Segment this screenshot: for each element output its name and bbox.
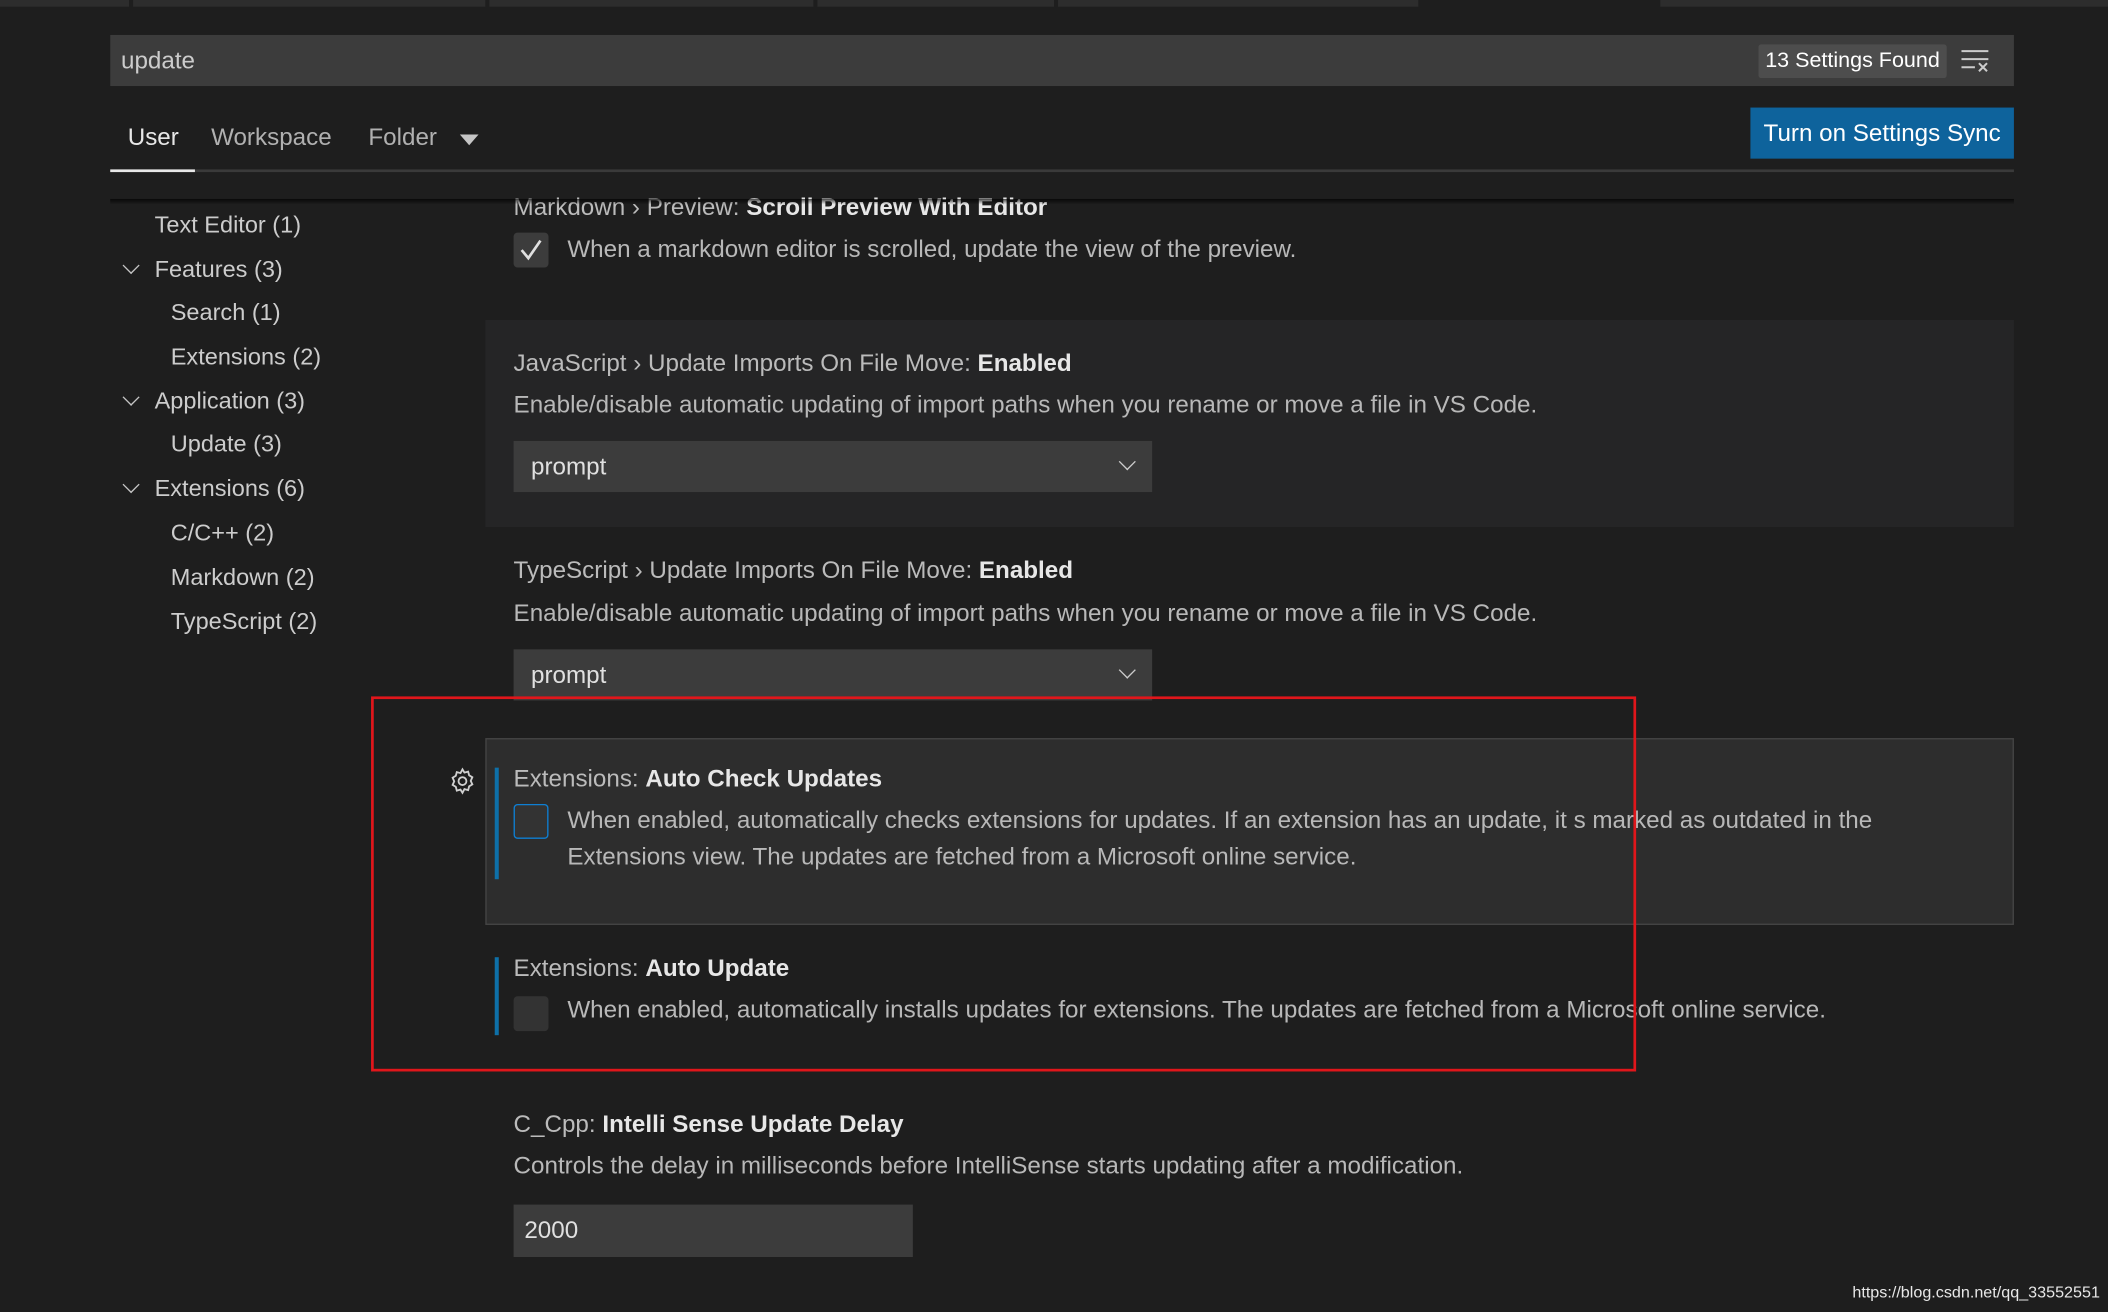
caret-down-icon[interactable] <box>459 134 479 146</box>
chevron-down-icon[interactable] <box>122 476 140 494</box>
toc-item-markdown[interactable]: Markdown (2) <box>171 563 315 591</box>
settings-search-box: 13 Settings Found <box>110 34 2014 87</box>
turn-on-settings-sync-button[interactable]: Turn on Settings Sync <box>1750 107 2014 159</box>
editor-tab[interactable] <box>1660 0 2108 7</box>
toc-item-extensions-group[interactable]: Extensions (6) <box>155 475 305 503</box>
setting-description: When a markdown editor is scrolled, upda… <box>567 235 1297 263</box>
toc-item-update[interactable]: Update (3) <box>171 430 282 458</box>
clear-filter-icon[interactable] <box>1960 47 1990 74</box>
toc-item-features[interactable]: Features (3) <box>155 255 283 283</box>
toc-item-search[interactable]: Search (1) <box>171 298 281 326</box>
intellisense-update-delay-input[interactable] <box>513 1204 913 1258</box>
setting-title: Markdown › Preview: Scroll Preview With … <box>513 193 1048 221</box>
editor-tab[interactable] <box>0 0 130 7</box>
chevron-down-icon[interactable] <box>122 256 140 275</box>
chevron-down-icon[interactable] <box>122 388 140 406</box>
setting-title: TypeScript › Update Imports On File Move… <box>513 556 1074 584</box>
active-tab-indicator <box>110 169 195 173</box>
toc-item-application[interactable]: Application (3) <box>155 387 305 415</box>
highlight-annotation-box <box>371 696 1637 1072</box>
setting-title: JavaScript › Update Imports On File Move… <box>513 349 1072 377</box>
chevron-down-icon <box>1118 453 1136 471</box>
check-icon <box>520 239 542 261</box>
editor-tab[interactable] <box>489 0 814 7</box>
setting-description: Enable/disable automatic updating of imp… <box>513 391 1538 419</box>
scroll-preview-checkbox[interactable] <box>513 232 549 268</box>
js-update-imports-select[interactable]: prompt <box>513 440 1153 493</box>
toc-item-typescript[interactable]: TypeScript (2) <box>171 608 317 636</box>
toc-item-cpp[interactable]: C/C++ (2) <box>171 519 274 547</box>
tab-user[interactable]: User <box>128 124 179 152</box>
setting-description: Controls the delay in milliseconds befor… <box>513 1152 1464 1180</box>
watermark: https://blog.csdn.net/qq_33552551 <box>1852 1282 2100 1302</box>
toc-item-text-editor[interactable]: Text Editor (1) <box>155 211 301 239</box>
select-value: prompt <box>531 453 607 480</box>
settings-editor: 13 Settings Found User Workspace Folder … <box>0 0 2108 1312</box>
toc-item-extensions[interactable]: Extensions (2) <box>171 343 321 371</box>
tab-folder[interactable]: Folder <box>368 124 437 152</box>
setting-title: C_Cpp: Intelli Sense Update Delay <box>513 1110 904 1138</box>
tab-workspace[interactable]: Workspace <box>211 124 332 152</box>
tabs-divider <box>110 169 2014 173</box>
editor-tab[interactable] <box>133 0 486 7</box>
search-input[interactable] <box>120 34 1735 87</box>
results-count-badge: 13 Settings Found <box>1758 44 1947 78</box>
editor-tab[interactable] <box>1058 0 1419 7</box>
setting-description: Enable/disable automatic updating of imp… <box>513 599 1538 627</box>
editor-tab[interactable] <box>817 0 1055 7</box>
select-value: prompt <box>531 661 607 689</box>
ts-update-imports-select[interactable]: prompt <box>513 649 1153 701</box>
sticky-header-shadow <box>110 198 2014 205</box>
chevron-down-icon <box>1118 661 1136 679</box>
